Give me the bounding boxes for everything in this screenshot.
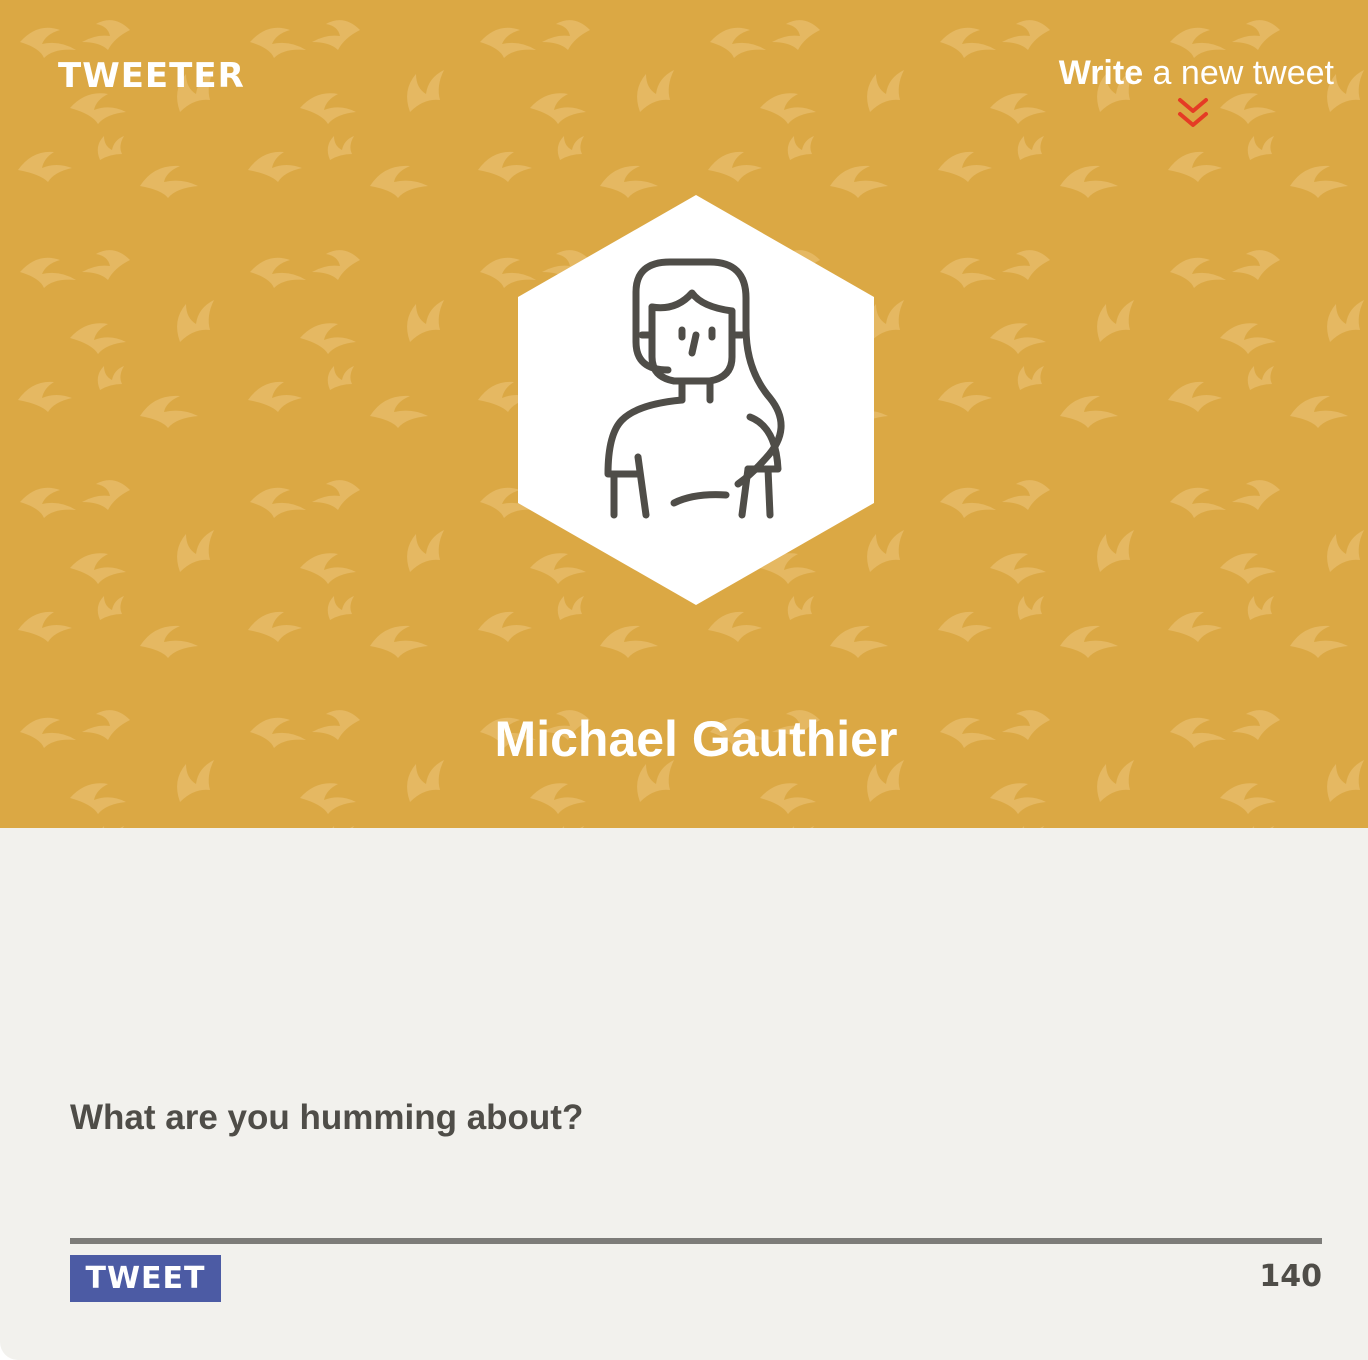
user-avatar-icon <box>518 195 874 605</box>
tweeter-app: TWEETER Write a new tweet Michael Gauthi… <box>0 0 1368 1360</box>
compose-area <box>70 1090 1322 1240</box>
app-logo[interactable]: TWEETER <box>58 56 245 96</box>
tweet-input[interactable] <box>70 1090 1322 1240</box>
compose-divider <box>70 1238 1322 1244</box>
character-counter: 140 <box>1259 1259 1322 1294</box>
write-link-strong: Write <box>1058 54 1144 92</box>
profile-header: TWEETER Write a new tweet Michael Gauthi… <box>0 0 1368 828</box>
tweet-button[interactable]: TWEET <box>70 1255 221 1302</box>
write-link-rest: a new tweet <box>1143 54 1334 92</box>
double-chevron-down-icon[interactable] <box>1176 96 1210 132</box>
write-new-tweet-link[interactable]: Write a new tweet <box>1059 52 1334 94</box>
user-name: Michael Gauthier <box>494 711 898 767</box>
